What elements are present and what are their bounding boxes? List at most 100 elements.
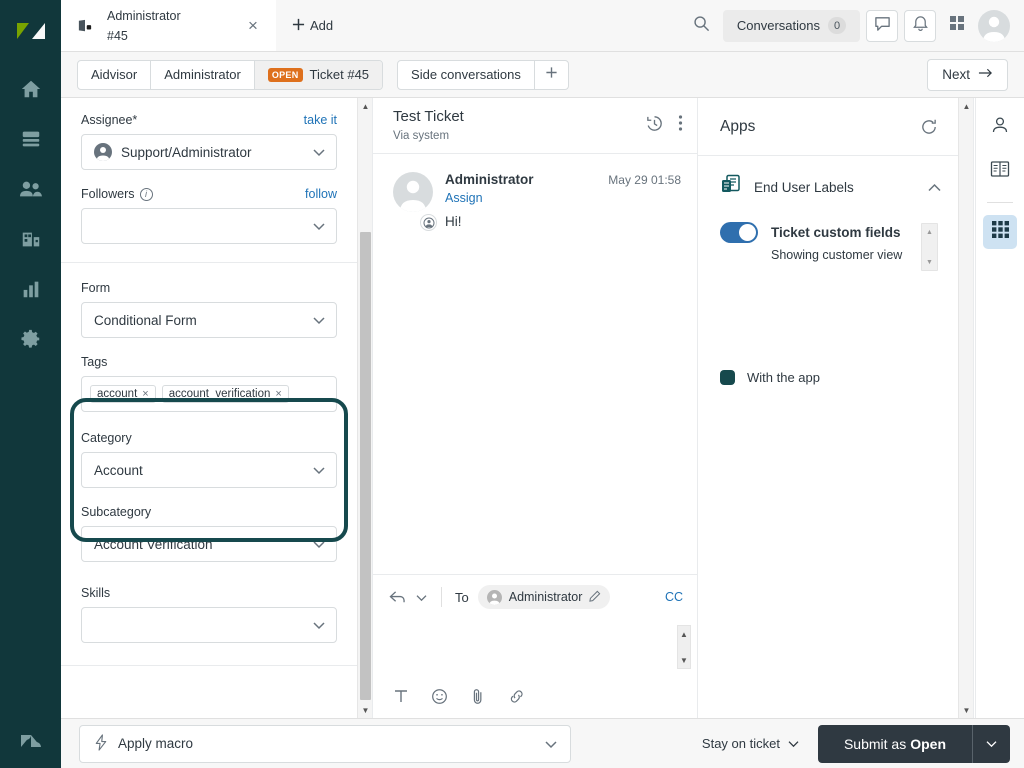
to-label: To (455, 589, 469, 605)
submit-dropdown-button[interactable] (972, 724, 1010, 763)
tag-chip[interactable]: account × (90, 385, 156, 403)
chat-button[interactable] (866, 9, 898, 42)
scroll-down-icon[interactable]: ▼ (678, 653, 690, 667)
attachment-icon[interactable] (470, 688, 486, 705)
top-bar: Administrator #45 × Add Conversations 0 (61, 0, 1024, 52)
follow-link[interactable]: follow (305, 187, 337, 201)
comment-avatar (393, 172, 437, 231)
chevron-down-icon (312, 620, 326, 630)
refresh-icon[interactable] (920, 118, 938, 136)
breadcrumb-item-administrator[interactable]: Administrator (151, 60, 255, 89)
more-vertical-icon[interactable] (678, 114, 683, 137)
reply-textarea[interactable]: ▲ ▼ (373, 619, 697, 675)
breadcrumb-item-aidvisor[interactable]: Aidvisor (78, 60, 152, 89)
ticket-custom-fields-toggle[interactable] (720, 222, 758, 243)
side-conversations-label: Side conversations (411, 67, 521, 82)
app-card-header[interactable]: End User Labels (720, 174, 942, 201)
add-tab-button[interactable]: Add (276, 0, 349, 51)
chevron-down-icon (312, 539, 326, 549)
category-field: Category Account (61, 431, 357, 488)
conversation-via: Via system (393, 129, 450, 142)
conversations-button[interactable]: Conversations 0 (722, 9, 860, 42)
remove-tag-icon[interactable]: × (142, 388, 148, 400)
side-conversations-tab[interactable]: Side conversations (398, 60, 535, 89)
app-inner-scrollbar[interactable]: ▲ ▼ (921, 223, 938, 271)
tags-input[interactable]: account × account_verification × (81, 376, 337, 412)
skills-select[interactable] (81, 607, 337, 643)
remove-tag-icon[interactable]: × (275, 388, 281, 400)
chevron-down-icon[interactable] (415, 593, 428, 602)
scroll-up-icon[interactable]: ▲ (922, 225, 937, 239)
sidebar-item-organizations[interactable] (9, 216, 53, 266)
rail-item-knowledge[interactable] (983, 154, 1017, 188)
sidebar-item-home[interactable] (9, 66, 53, 116)
history-icon[interactable] (645, 114, 664, 138)
ticket-properties-panel: Assignee* take it Support/Administrator (61, 98, 373, 718)
scroll-up-icon[interactable]: ▲ (358, 99, 373, 113)
subcategory-field: Subcategory Account Verification (61, 505, 357, 562)
formatting-toolbar (373, 675, 697, 717)
tag-chip[interactable]: account_verification × (161, 385, 289, 403)
zendesk-mark-footer[interactable] (0, 726, 61, 756)
knowledge-icon (990, 160, 1010, 183)
reply-icon[interactable] (389, 590, 406, 605)
tag-label: account (97, 388, 138, 400)
info-icon[interactable]: i (139, 187, 153, 201)
scrollbar-thumb[interactable] (360, 232, 371, 700)
assignee-select[interactable]: Support/Administrator (81, 134, 337, 170)
plus-icon (292, 18, 305, 34)
scroll-up-icon[interactable]: ▲ (959, 99, 974, 113)
cc-button[interactable]: CC (665, 590, 683, 604)
conversation-actions (645, 114, 683, 138)
scroll-down-icon[interactable]: ▼ (959, 703, 974, 717)
notifications-button[interactable] (904, 9, 936, 42)
sidebar-item-admin[interactable] (9, 316, 53, 366)
comment-meta: Administrator May 29 01:58 (445, 172, 681, 187)
emoji-icon[interactable] (431, 688, 448, 705)
recipient-name: Administrator (508, 590, 583, 604)
properties-scrollbar[interactable]: ▲ ▼ (357, 98, 372, 718)
stay-on-ticket-select[interactable]: Stay on ticket (702, 736, 800, 751)
pencil-icon[interactable] (589, 590, 601, 605)
customers-icon (19, 178, 43, 205)
sidebar-item-reporting[interactable] (9, 266, 53, 316)
avatar[interactable] (978, 9, 1010, 42)
chevron-up-icon[interactable] (927, 183, 942, 193)
scroll-up-icon[interactable]: ▲ (678, 627, 690, 641)
tag-label: account_verification (168, 388, 271, 400)
category-select[interactable]: Account (81, 452, 337, 488)
add-side-conversation-button[interactable] (535, 61, 568, 89)
take-it-link[interactable]: take it (304, 113, 337, 127)
chevron-down-icon (787, 736, 800, 751)
scroll-down-icon[interactable]: ▼ (358, 703, 373, 717)
recipient-chip[interactable]: Administrator (477, 585, 611, 609)
subcategory-select[interactable]: Account Verification (81, 526, 337, 562)
composer-scrollbar[interactable]: ▲ ▼ (677, 625, 691, 669)
next-ticket-button[interactable]: Next (927, 58, 1008, 91)
assign-link[interactable]: Assign (445, 191, 681, 205)
breadcrumb-item-ticket[interactable]: OPEN Ticket #45 (254, 60, 383, 89)
scroll-down-icon[interactable]: ▼ (922, 255, 937, 269)
text-format-icon[interactable] (393, 688, 409, 704)
sidebar-item-customers[interactable] (9, 166, 53, 216)
status-badge: OPEN (267, 67, 303, 82)
close-icon[interactable]: × (242, 15, 264, 37)
breadcrumb-label: Aidvisor (91, 67, 138, 82)
sidebar-item-views[interactable] (9, 116, 53, 166)
apply-macro-select[interactable]: Apply macro (79, 724, 571, 763)
followers-select[interactable] (81, 208, 337, 244)
ticket-tab[interactable]: Administrator #45 × (61, 0, 276, 51)
form-select[interactable]: Conditional Form (81, 302, 337, 338)
app-name: End User Labels (754, 180, 854, 195)
rail-item-apps[interactable] (983, 215, 1017, 249)
search-button[interactable] (687, 11, 717, 41)
apps-launcher-button[interactable] (942, 11, 972, 41)
link-icon[interactable] (508, 688, 526, 705)
agent-avatar (94, 143, 112, 161)
rail-item-user[interactable] (983, 110, 1017, 144)
breadcrumb: Aidvisor Administrator OPEN Ticket #45 (77, 59, 384, 90)
secondary-nav: Aidvisor Administrator OPEN Ticket #45 S… (61, 52, 1024, 98)
submit-button[interactable]: Submit as Open (817, 724, 972, 763)
apps-scrollbar[interactable]: ▲ ▼ (958, 98, 973, 718)
workspace-body: Assignee* take it Support/Administrator (61, 98, 1024, 718)
